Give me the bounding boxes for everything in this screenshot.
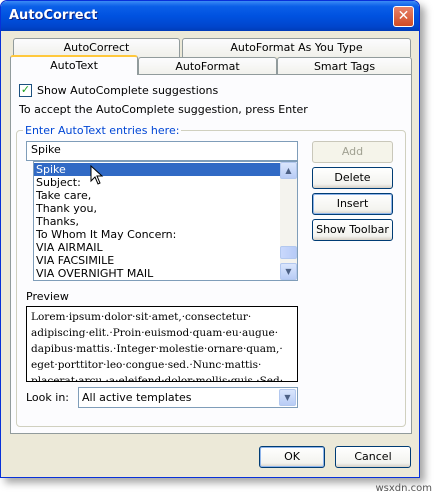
preview-line: adipiscing·elit.·Proin·euismod·quam·eu·a… (31, 327, 279, 339)
list-item[interactable]: To Whom It May Concern: (34, 228, 280, 241)
autotext-entry-input[interactable]: Spike (26, 141, 298, 161)
show-suggestions-label: Show AutoComplete suggestions (37, 84, 219, 97)
mouse-pointer-icon (90, 165, 104, 185)
show-toolbar-button[interactable]: Show Toolbar (312, 219, 393, 241)
scroll-down-icon[interactable]: ▼ (280, 263, 297, 280)
watermark-text: wsxdn.com (375, 483, 432, 494)
preview-line: Lorem·ipsum·dolor·sit·amet,·consectetur· (31, 311, 252, 323)
list-item[interactable]: Thanks, (34, 215, 280, 228)
close-button[interactable]: ✕ (393, 6, 414, 27)
tab-autoformat-as-you-type-label: AutoFormat As You Type (230, 41, 363, 54)
entries-scrollbar[interactable]: ▲ ▼ (280, 162, 297, 280)
cancel-button[interactable]: Cancel (335, 446, 411, 468)
tab-autotext-label: AutoText (50, 59, 98, 72)
tab-autocorrect-label: AutoCorrect (63, 41, 130, 54)
preview-box: Lorem·ipsum·dolor·sit·amet,·consectetur·… (26, 306, 298, 382)
insert-button-label: Insert (336, 197, 369, 210)
preview-line: placerat·arcu,·a·eleifend·dolor·mollis·q… (31, 375, 284, 382)
preview-line: eget·porttitor·leo·congue·sed.·Nunc·matt… (31, 359, 262, 371)
list-item[interactable]: VIA FACSIMILE (34, 254, 280, 267)
accept-hint-text: To accept the AutoComplete suggestion, p… (19, 103, 308, 116)
chevron-down-icon[interactable]: ▼ (279, 389, 296, 406)
ok-button-label: OK (284, 450, 300, 463)
list-item[interactable]: Thank you, (34, 202, 280, 215)
look-in-value: All active templates (82, 391, 192, 404)
scroll-up-icon[interactable]: ▲ (280, 162, 297, 179)
autocorrect-dialog: AutoCorrect ✕ AutoCorrect AutoFormat As … (0, 0, 420, 478)
ok-button[interactable]: OK (259, 446, 325, 468)
show-toolbar-button-label: Show Toolbar (316, 223, 389, 236)
entries-group-label: Enter AutoText entries here: (23, 124, 182, 137)
look-in-label: Look in: (26, 391, 69, 404)
cancel-button-label: Cancel (354, 450, 392, 463)
tab-smart-tags-label: Smart Tags (313, 60, 376, 73)
add-button-label: Add (341, 145, 364, 158)
look-in-dropdown[interactable]: All active templates ▼ (78, 387, 298, 408)
list-item[interactable]: Subject: (34, 176, 280, 189)
title-bar[interactable]: AutoCorrect ✕ (1, 1, 419, 31)
list-item[interactable]: Take care, (34, 189, 280, 202)
autotext-panel: ✓ Show AutoComplete suggestions To accep… (10, 74, 412, 434)
add-button[interactable]: Add (312, 141, 393, 163)
delete-button[interactable]: Delete (312, 167, 393, 189)
delete-button-label: Delete (334, 171, 371, 184)
tab-autotext[interactable]: AutoText (10, 55, 138, 75)
scroll-thumb[interactable] (280, 246, 297, 259)
show-suggestions-checkbox[interactable]: ✓ (19, 84, 32, 97)
list-item[interactable]: VIA AIRMAIL (34, 241, 280, 254)
preview-label: Preview (26, 290, 69, 303)
insert-button[interactable]: Insert (312, 193, 393, 215)
window-title: AutoCorrect (9, 8, 98, 23)
close-icon: ✕ (397, 8, 410, 24)
list-item[interactable]: VIA OVERNIGHT MAIL (34, 267, 280, 280)
tab-autoformat-label: AutoFormat (175, 60, 240, 73)
tab-autoformat-as-you-type[interactable]: AutoFormat As You Type (182, 38, 411, 57)
preview-line: dapibus·mattis.·Integer·molestie·ornare·… (31, 343, 283, 355)
autotext-entries-list[interactable]: Spike Subject: Take care, Thank you, Thanks,… (33, 161, 298, 281)
autotext-entry-value: Spike (31, 143, 61, 156)
list-item[interactable]: Spike (34, 163, 280, 176)
